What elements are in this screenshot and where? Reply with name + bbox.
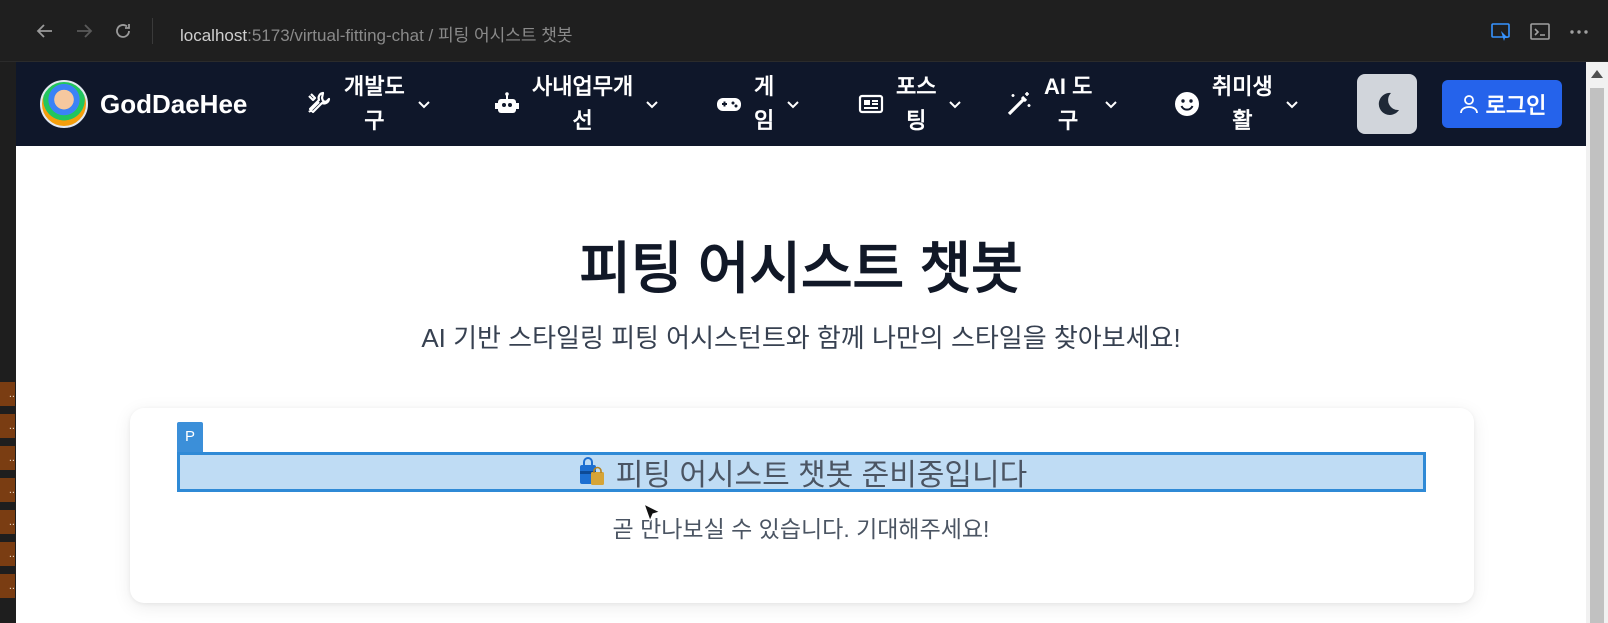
site-navbar: GodDaeHee 개발도 구 사내업무개 선 게임 포스 팅 AI 도 구 취…: [16, 62, 1586, 146]
nav-label-line2: 구: [364, 108, 385, 133]
inspect-icon[interactable]: [1488, 19, 1514, 45]
nav-label-line1: AI 도: [1044, 74, 1093, 99]
nav-label-line2: 선: [572, 108, 593, 133]
nav-label-line1: 개발도: [344, 74, 405, 99]
forward-arrow-icon[interactable]: [72, 19, 96, 43]
robot-icon: [492, 89, 522, 119]
card-description: 곧 만나보실 수 있습니다. 기대해주세요!: [612, 516, 990, 542]
smile-icon: [1172, 89, 1202, 119]
nav-work-improvement[interactable]: 사내업무개선: [492, 68, 661, 140]
gutter-tab[interactable]: ..: [0, 542, 15, 566]
brand-name[interactable]: GodDaeHee: [100, 89, 247, 120]
element-inspector-badge: P: [177, 422, 203, 452]
nav-dev-tools[interactable]: 개발도구: [304, 68, 433, 140]
url-host: localhost: [180, 26, 248, 45]
magic-wand-icon: [1004, 89, 1034, 119]
gutter-tab[interactable]: ..: [0, 446, 15, 470]
page-title: 피팅 어시스트 챗봇: [579, 237, 1023, 300]
page-subtitle: AI 기반 스타일링 피팅 어시스턴트와 함께 나만의 스타일을 찾아보세요!: [421, 323, 1181, 353]
page-viewport: GodDaeHee 개발도 구 사내업무개 선 게임 포스 팅 AI 도 구 취…: [16, 62, 1586, 623]
login-label: 로그인: [1485, 93, 1547, 118]
theme-toggle-button[interactable]: [1357, 74, 1417, 134]
mouse-cursor-icon: [642, 502, 662, 523]
toolbar-separator: [152, 18, 153, 44]
newspaper-icon: [856, 89, 886, 119]
gutter-tab[interactable]: ..: [0, 478, 15, 502]
nav-label-line2: 임: [754, 108, 775, 133]
chevron-down-icon: [949, 101, 962, 109]
shopping-bags-icon: [579, 457, 604, 485]
coming-soon-card: [130, 408, 1474, 603]
gutter-tab[interactable]: ..: [0, 574, 15, 598]
nav-label-line2: 팅: [906, 108, 927, 133]
browser-toolbar: localhost:5173/virtual-fitting-chat / 피팅…: [0, 0, 1608, 62]
chevron-down-icon: [1286, 101, 1298, 109]
gutter-tab[interactable]: ..: [0, 414, 15, 438]
gutter-tab[interactable]: ..: [0, 382, 15, 406]
user-icon: [1459, 95, 1478, 114]
scroll-thumb[interactable]: [1590, 88, 1604, 623]
login-button[interactable]: 로그인: [1442, 80, 1562, 128]
url-path: :5173/virtual-fitting-chat / 피팅 어시스트 챗봇: [247, 26, 573, 45]
nav-label-line2: 활: [1232, 108, 1253, 133]
gamepad-icon: [714, 89, 744, 119]
nav-label-line1: 게: [754, 74, 775, 99]
nav-label-line1: 사내업무개: [532, 74, 634, 99]
nav-posting[interactable]: 포스팅: [856, 68, 964, 140]
nav-label-line1: 포스: [896, 74, 937, 99]
nav-label-line1: 취미생: [1212, 74, 1273, 99]
chevron-down-icon: [787, 101, 799, 109]
chevron-down-icon: [646, 101, 658, 109]
page-scrollbar[interactable]: [1586, 62, 1608, 623]
chevron-down-icon: [1105, 101, 1118, 109]
card-heading: 피팅 어시스트 챗봇 준비중입니다: [177, 452, 1426, 492]
moon-icon: [1378, 92, 1399, 115]
gutter-tab[interactable]: ..: [0, 510, 15, 534]
terminal-icon[interactable]: [1527, 19, 1553, 45]
logo-avatar[interactable]: [40, 80, 88, 128]
address-bar[interactable]: localhost:5173/virtual-fitting-chat / 피팅…: [180, 21, 573, 46]
scroll-up-icon[interactable]: [1591, 70, 1603, 78]
nav-game[interactable]: 게임: [714, 68, 802, 140]
more-icon[interactable]: [1566, 19, 1592, 45]
nav-ai-tools[interactable]: AI 도구: [1004, 68, 1120, 140]
card-heading-text: 피팅 어시스트 챗봇 준비중입니다: [615, 459, 1028, 492]
tools-icon: [304, 89, 334, 119]
chevron-down-icon: [418, 101, 430, 109]
nav-label-line2: 구: [1058, 108, 1079, 133]
back-arrow-icon[interactable]: [33, 19, 57, 43]
editor-gutter: .. .. .. .. .. .. ..: [0, 62, 16, 623]
nav-hobby[interactable]: 취미생활: [1172, 68, 1301, 140]
reload-icon[interactable]: [111, 19, 135, 43]
